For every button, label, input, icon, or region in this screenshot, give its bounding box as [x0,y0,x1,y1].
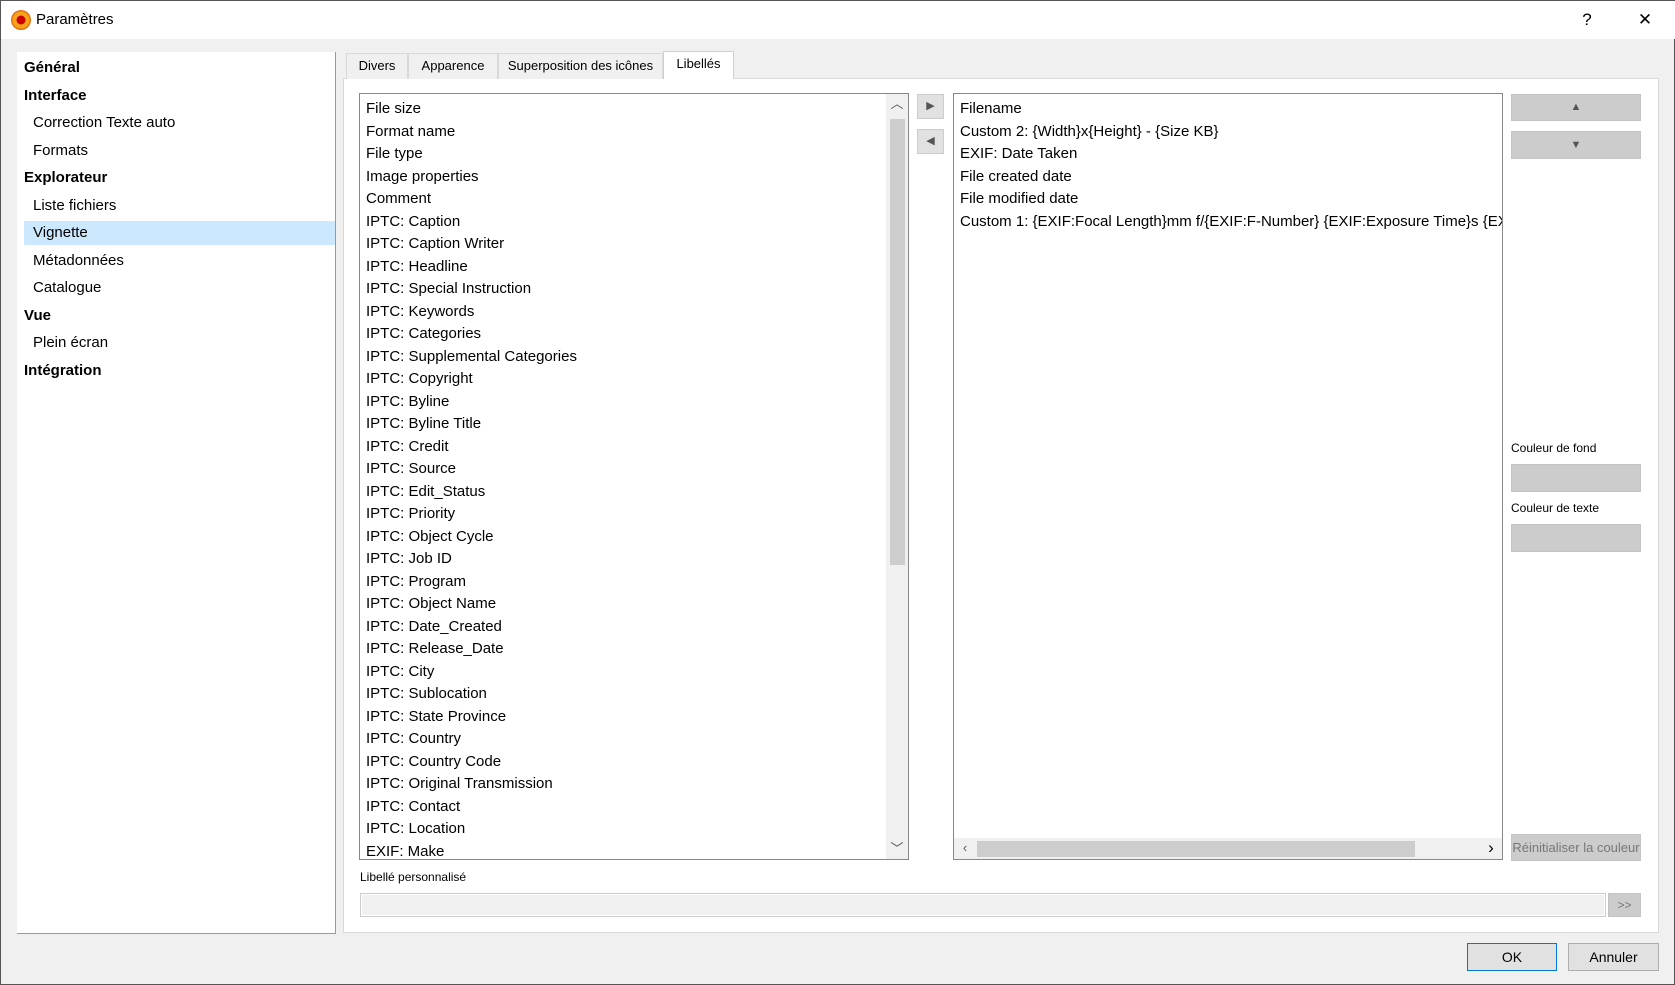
remove-field-button[interactable]: ◀ [917,129,944,154]
list-item[interactable]: IPTC: Contact [366,796,460,818]
list-item[interactable]: IPTC: Supplemental Categories [366,346,577,368]
sidebar-item-m-tadonn-es[interactable]: Métadonnées [24,249,335,273]
list-item[interactable]: EXIF: Make [366,841,444,860]
list-item[interactable]: IPTC: Edit_Status [366,481,485,503]
custom-label-input[interactable] [360,893,1606,917]
scrollbar-thumb[interactable] [890,119,905,565]
tab-divers[interactable]: Divers [346,53,408,79]
list-item[interactable]: File created date [960,166,1072,188]
list-item[interactable]: Comment [366,188,431,210]
scroll-left-icon[interactable]: ‹ [954,838,976,858]
list-item[interactable]: IPTC: Categories [366,323,481,345]
sidebar-item-formats[interactable]: Formats [24,139,335,163]
list-item[interactable]: IPTC: Special Instruction [366,278,531,300]
sidebar-item-int-gration[interactable]: Intégration [24,359,335,383]
app-logo-icon [11,10,31,30]
sidebar-item-g-n-ral[interactable]: Général [24,56,335,80]
sidebar-item-explorateur[interactable]: Explorateur [24,166,335,190]
window-title: Paramètres [36,11,114,28]
list-item[interactable]: IPTC: Job ID [366,548,452,570]
reset-color-button[interactable]: Réinitialiser la couleur [1511,834,1641,861]
list-item[interactable]: IPTC: Country [366,728,461,750]
sidebar-item-interface[interactable]: Interface [24,84,335,108]
sidebar-item-liste-fichiers[interactable]: Liste fichiers [24,194,335,218]
title-bar: Paramètres ? ✕ [1,1,1675,39]
ok-button[interactable]: OK [1467,943,1557,971]
sidebar-item-plein-cran[interactable]: Plein écran [24,331,335,355]
add-field-button[interactable]: ▶ [917,94,944,119]
list-item[interactable]: IPTC: Byline Title [366,413,481,435]
sidebar-item-vue[interactable]: Vue [24,304,335,328]
bg-color-label: Couleur de fond [1511,441,1597,455]
sidebar-item-catalogue[interactable]: Catalogue [24,276,335,300]
scroll-down-icon[interactable]: ﹀ [886,839,908,859]
list-item[interactable]: IPTC: Release_Date [366,638,504,660]
cancel-button[interactable]: Annuler [1568,943,1659,971]
close-button[interactable]: ✕ [1625,7,1665,33]
move-down-button[interactable]: ▼ [1511,131,1641,159]
list-item[interactable]: IPTC: Priority [366,503,455,525]
bg-color-button[interactable] [1511,464,1641,492]
settings-nav: Général Interface Correction Texte auto For… [17,52,336,934]
list-item[interactable]: Custom 2: {Width}x{Height} - {Size KB} [960,121,1218,143]
list-item[interactable]: IPTC: Byline [366,391,449,413]
list-item[interactable]: File modified date [960,188,1078,210]
list-item[interactable]: IPTC: Object Name [366,593,496,615]
move-up-button[interactable]: ▲ [1511,94,1641,121]
tab-apparence[interactable]: Apparence [408,53,498,79]
scrollbar-thumb[interactable] [977,841,1415,857]
list-item[interactable]: File size [366,98,421,120]
list-item[interactable]: IPTC: Location [366,818,465,840]
available-fields-list[interactable]: File size Format name File type Image prope… [359,93,909,860]
sidebar-item-correction-texte-auto[interactable]: Correction Texte auto [24,111,335,135]
list-item[interactable]: IPTC: Object Cycle [366,526,494,548]
list-item[interactable]: IPTC: Keywords [366,301,474,323]
list-item[interactable]: IPTC: State Province [366,706,506,728]
list-item[interactable]: IPTC: Date_Created [366,616,502,638]
list-item[interactable]: IPTC: Original Transmission [366,773,553,795]
text-color-button[interactable] [1511,524,1641,552]
text-color-label: Couleur de texte [1511,501,1600,515]
scroll-right-icon[interactable]: › [1480,838,1502,858]
selected-fields-list[interactable]: Filename Custom 2: {Width}x{Height} - {Si… [953,93,1503,860]
triangle-down-icon: ▼ [1570,139,1582,151]
list-item[interactable]: EXIF: Date Taken [960,143,1077,165]
help-button[interactable]: ? [1567,7,1607,33]
list-item[interactable]: IPTC: Caption Writer [366,233,504,255]
list-item[interactable]: IPTC: City [366,661,434,683]
list-item[interactable]: IPTC: Country Code [366,751,501,773]
sidebar-item-vignette[interactable]: Vignette [24,221,335,245]
list-item[interactable]: IPTC: Caption [366,211,460,233]
list-item[interactable]: File type [366,143,423,165]
list-item[interactable]: Custom 1: {EXIF:Focal Length}mm f/{EXIF:… [960,211,1502,233]
list-item[interactable]: IPTC: Source [366,458,456,480]
list-item[interactable]: IPTC: Program [366,571,466,593]
list-item[interactable]: IPTC: Copyright [366,368,473,390]
triangle-up-icon: ▲ [1570,101,1582,113]
add-custom-label-button[interactable]: >> [1608,893,1641,917]
custom-label-caption: Libellé personnalisé [360,870,467,884]
scroll-up-icon[interactable]: ︿ [886,94,908,114]
tab-libell-s[interactable]: Libellés [663,51,734,79]
list-item[interactable]: IPTC: Sublocation [366,683,487,705]
tab-superposition-des-ic-nes[interactable]: Superposition des icônes [498,53,663,79]
list-item[interactable]: Filename [960,98,1022,120]
list-item[interactable]: IPTC: Credit [366,436,449,458]
list-item[interactable]: Image properties [366,166,479,188]
list-item[interactable]: Format name [366,121,455,143]
arrow-right-icon: ▶ [926,100,935,112]
list-item[interactable]: IPTC: Headline [366,256,468,278]
arrow-left-icon: ◀ [926,135,935,147]
